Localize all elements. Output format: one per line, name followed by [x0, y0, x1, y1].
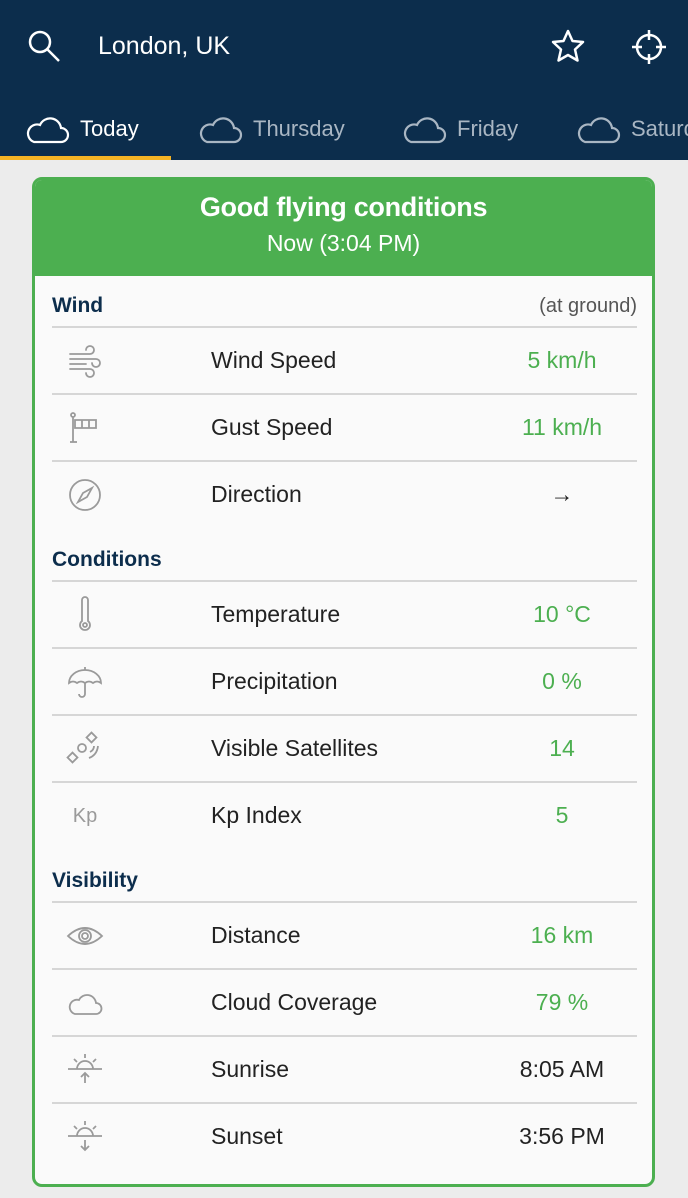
sunrise-icon: [68, 1054, 102, 1083]
tab-label: Friday: [457, 116, 519, 141]
cloud-icon: [199, 117, 243, 144]
row-kp-index: Kp Kp Index 5: [52, 783, 637, 850]
row-label: Distance: [211, 922, 301, 948]
row-distance: Distance 16 km: [52, 903, 637, 970]
cloud-icon: [68, 994, 103, 1015]
row-gust-speed: Gust Speed 11 km/h: [52, 395, 637, 462]
row-label: Visible Satellites: [211, 735, 379, 761]
section-conditions: Conditions: [52, 530, 637, 582]
card-header: Good flying conditions Now (3:04 PM): [35, 180, 652, 276]
row-value: 5 km/h: [527, 347, 597, 373]
satellite-icon: [66, 731, 99, 764]
tab-friday[interactable]: Friday: [401, 98, 518, 160]
conditions-card: Good flying conditions Now (3:04 PM) Win…: [32, 177, 655, 1187]
section-note: (at ground): [539, 295, 637, 317]
tab-label: Today: [80, 116, 139, 141]
row-value: 10 °C: [533, 601, 591, 627]
tab-thursday[interactable]: Thursday: [197, 98, 345, 160]
section-visibility: Visibility: [52, 851, 637, 903]
tab-saturday[interactable]: Saturday: [575, 98, 688, 160]
row-label: Cloud Coverage: [211, 989, 378, 1015]
cloud-icon: [26, 117, 70, 144]
search-icon[interactable]: [26, 28, 62, 64]
row-value: 14: [549, 735, 575, 761]
active-tab-indicator: [0, 156, 171, 160]
row-visible-satellites: Visible Satellites 14: [52, 716, 637, 783]
row-label: Sunrise: [211, 1056, 289, 1082]
row-precipitation: Precipitation 0 %: [52, 649, 637, 716]
row-wind-speed: Wind Speed 5 km/h: [52, 328, 637, 395]
tab-label: Saturday: [631, 116, 688, 141]
location-search-field[interactable]: London, UK: [98, 28, 230, 64]
umbrella-icon: [68, 667, 102, 698]
row-value: 5: [555, 802, 569, 828]
tab-label: Thursday: [253, 116, 345, 141]
kp-icon: Kp: [72, 805, 98, 827]
row-value: 11 km/h: [521, 414, 603, 440]
row-label: Wind Speed: [211, 347, 337, 373]
row-cloud-coverage: Cloud Coverage 79 %: [52, 970, 637, 1037]
row-sunrise: Sunrise 8:05 AM: [52, 1037, 637, 1104]
section-title: Visibility: [52, 869, 138, 892]
sunset-icon: [68, 1121, 102, 1152]
row-value: 79 %: [535, 989, 589, 1015]
compass-icon: [69, 479, 101, 511]
cloud-icon: [403, 117, 447, 144]
row-direction: Direction →: [52, 462, 637, 529]
row-label: Kp Index: [211, 802, 302, 828]
day-tabs: Today Thursday Friday Saturday: [0, 98, 688, 160]
row-value: 0 %: [542, 668, 582, 694]
star-icon[interactable]: [550, 28, 586, 64]
row-label: Gust Speed: [211, 414, 333, 440]
cloud-icon: [577, 117, 621, 144]
section-title: Wind: [52, 294, 104, 317]
tab-today[interactable]: Today: [24, 98, 139, 160]
locate-icon[interactable]: [630, 28, 668, 66]
row-value: 8:05 AM: [519, 1056, 605, 1082]
section-title: Conditions: [52, 548, 162, 571]
row-label: Temperature: [211, 601, 341, 627]
windsock-icon: [70, 412, 97, 443]
row-label: Direction: [211, 481, 302, 507]
thermometer-icon: [79, 596, 91, 631]
row-value: 16 km: [530, 922, 594, 948]
wind-icon: [69, 345, 101, 378]
eye-icon: [66, 927, 104, 945]
row-sunset: Sunset 3:56 PM: [52, 1104, 637, 1171]
wind-direction-arrow: →: [550, 481, 574, 507]
current-time: Now (3:04 PM): [266, 230, 421, 256]
top-bar: London, UK Today Thursday Friday Saturda…: [0, 0, 688, 160]
row-label: Precipitation: [211, 668, 338, 694]
row-temperature: Temperature 10 °C: [52, 582, 637, 649]
flying-status: Good flying conditions: [199, 192, 488, 222]
row-label: Sunset: [211, 1123, 283, 1149]
section-wind: Wind (at ground): [52, 276, 637, 328]
row-value: 3:56 PM: [519, 1123, 605, 1149]
